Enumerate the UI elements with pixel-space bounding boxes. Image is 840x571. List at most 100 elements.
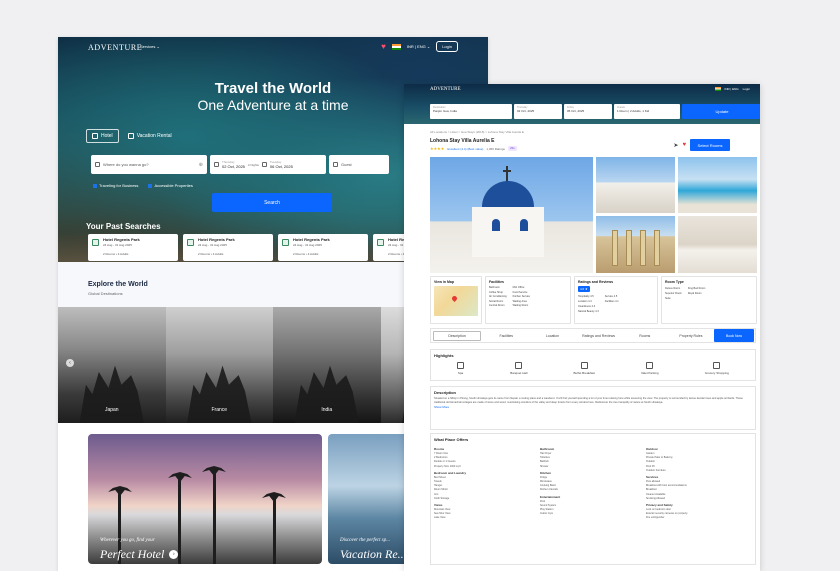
- tab-property-rules[interactable]: Property Rules: [668, 334, 714, 338]
- search-button[interactable]: Search: [212, 193, 332, 212]
- amenity-item: Property Size 1000 sq ft: [434, 464, 461, 468]
- destination-label: France: [211, 407, 228, 413]
- destination-field[interactable]: Destination Panjim Goa, India: [430, 104, 512, 119]
- amenity-group-title: Kitchen: [540, 470, 552, 475]
- search-icon: [95, 162, 100, 167]
- hotel-icon: [92, 239, 99, 246]
- share-icon[interactable]: ➤: [673, 142, 678, 149]
- gallery-photo[interactable]: [678, 216, 757, 273]
- vacation-rental-icon: [127, 133, 134, 139]
- room-type-item[interactable]: Royal Room: [688, 291, 706, 296]
- accessible-properties-label: Accessible Properties: [154, 183, 193, 188]
- guests-selector[interactable]: Guest: [329, 155, 389, 174]
- guests-field[interactable]: Guests 1 Room | 2 Adults, 1 Kid: [614, 104, 680, 119]
- tab-ratings-reviews[interactable]: Ratings and Reviews: [576, 334, 622, 338]
- map-card-title: View in Map: [434, 280, 454, 284]
- column-image: [640, 230, 646, 266]
- tab-hotel-label: Hotel: [101, 133, 113, 139]
- wishlist-heart-icon[interactable]: ♥: [381, 42, 386, 51]
- grocery-icon: [713, 362, 721, 369]
- search-form: Where do you wanna go? ⊕ Thursday 02 Oct,…: [91, 155, 389, 174]
- currency-language-selector[interactable]: INR | ENG: [725, 87, 739, 91]
- currency-language-selector[interactable]: INR | ENG ⌄: [407, 44, 430, 49]
- gallery-photo[interactable]: [596, 157, 675, 213]
- map-card[interactable]: View in Map: [430, 276, 482, 324]
- destination-label: India: [321, 407, 333, 413]
- calendar-icon: [261, 162, 267, 167]
- facilities-column: Bathroom Coffee Shop Air Conditioning So…: [489, 286, 507, 309]
- tab-hotel[interactable]: Hotel: [86, 129, 119, 143]
- booking-type-tabs: Hotel Vacation Rental: [86, 129, 177, 143]
- parking-icon: [646, 362, 654, 369]
- checkout-value: 06 Oct, 2025: [269, 164, 293, 169]
- highlight-label: Grocery Shopping: [704, 371, 729, 375]
- brand-logo[interactable]: ADVENTURE: [430, 87, 461, 92]
- room-type-item[interactable]: Suite: [665, 296, 682, 301]
- breakfast-icon: [580, 362, 588, 369]
- amenity-item: Smoking Allowed: [646, 496, 666, 500]
- login-button[interactable]: Login: [743, 87, 750, 91]
- gallery-photo[interactable]: [596, 216, 675, 273]
- destination-card-france[interactable]: France: [165, 307, 273, 423]
- star-rating-icon: ★★★★: [430, 146, 445, 151]
- accessible-properties-checkbox[interactable]: Accessible Properties: [148, 183, 193, 188]
- services-menu[interactable]: Services ⌄: [140, 44, 160, 49]
- amenity-item: Shower: [540, 464, 549, 468]
- highlights-section: Highlights Spa Banquet Hall Buffet Break…: [430, 349, 756, 381]
- location-target-icon[interactable]: ⊕: [199, 162, 203, 168]
- facilities-card: Facilities Bathroom Coffee Shop Air Cond…: [485, 276, 571, 324]
- destination-card-india[interactable]: India: [273, 307, 381, 423]
- checkin-value: 02 Oct, 2025: [222, 164, 245, 169]
- detail-tabs: Description Facilities Location Ratings …: [430, 328, 756, 343]
- tab-location[interactable]: Location: [529, 334, 575, 338]
- ratings-card-title: Ratings and Reviews: [578, 280, 614, 284]
- facilities-column: Mini Office Food Service Kitchen Service…: [513, 286, 530, 309]
- hotel-name: Lohona Stay Villa Aurelia E: [430, 138, 495, 144]
- highlight-item: Grocery Shopping: [705, 362, 729, 375]
- past-search-card[interactable]: Hotel Regents Park 24 Aug - 31 Aug 2025 …: [88, 234, 178, 261]
- palm-leaves-image: [202, 466, 226, 476]
- amenity-group-title: Entertainment: [540, 494, 561, 499]
- church-window-image: [520, 219, 528, 231]
- description-section: Description Situated on a hilltop in Pir…: [430, 386, 756, 430]
- checkin-field[interactable]: Thursday 02 Oct, 2025: [514, 104, 562, 119]
- past-search-card[interactable]: Hotel Regents Park 24 Aug - 31 Aug 2025 …: [278, 234, 368, 261]
- date-range-picker[interactable]: Thursday 02 Oct, 2025 4 Nights Tuesday 06 …: [210, 155, 326, 174]
- wishlist-heart-icon[interactable]: ♥: [682, 142, 686, 148]
- promo-card-perfect-hotel[interactable]: Wherever you go, find your Perfect Hotel…: [88, 434, 322, 564]
- tab-vacation-rental[interactable]: Vacation Rental: [123, 129, 177, 143]
- checkin-date[interactable]: Thursday 02 Oct, 2025: [222, 160, 245, 169]
- tab-facilities[interactable]: Facilities: [483, 334, 529, 338]
- business-travel-checkbox[interactable]: Traveling for Business: [93, 183, 138, 188]
- checkout-date[interactable]: Tuesday 06 Oct, 2025: [270, 160, 293, 169]
- promo-tagline: Discover the perfect sp...: [340, 538, 390, 543]
- description-title: Description: [434, 390, 457, 395]
- arrow-right-icon[interactable]: ›: [169, 550, 179, 559]
- tab-rooms[interactable]: Rooms: [622, 334, 668, 338]
- past-search-card[interactable]: Hotel Regents Park 24 Aug - 31 Aug 2025 …: [183, 234, 273, 261]
- login-button[interactable]: Login: [436, 41, 458, 52]
- breadcrumb[interactable]: All Locations > Hotel > Goa Stays (2018)…: [430, 130, 524, 134]
- amenity-item: Fire extinguisher: [646, 516, 665, 520]
- destination-input[interactable]: Where do you wanna go? ⊕: [91, 155, 207, 174]
- amenity-group-title: Privacy and Safety: [646, 503, 673, 508]
- checkin-field-value: 02 Oct, 2025: [517, 109, 535, 113]
- map-thumbnail[interactable]: [434, 286, 478, 316]
- brand-logo[interactable]: ADVENTURE: [88, 43, 142, 52]
- gallery-photo[interactable]: [678, 157, 757, 213]
- rating-text[interactable]: Excellent (4.4) (Best value): [447, 147, 483, 151]
- past-search-title: Hotel Regents Park: [293, 237, 330, 242]
- tab-description[interactable]: Description: [433, 330, 482, 341]
- destination-card-japan[interactable]: Japan: [58, 307, 166, 423]
- update-search-button[interactable]: Update: [682, 104, 760, 119]
- past-search-rooms: 2 Rooms • 4 Adults: [293, 252, 319, 256]
- book-now-button[interactable]: Book Now: [714, 329, 755, 342]
- show-more-link[interactable]: Show More: [434, 405, 752, 409]
- gallery-main-photo[interactable]: [430, 157, 593, 273]
- hotel-icon: [187, 239, 194, 246]
- checkbox-checked-icon: [148, 183, 153, 188]
- carousel-prev-icon[interactable]: ‹: [66, 359, 74, 367]
- select-rooms-button[interactable]: Select Rooms: [690, 139, 730, 151]
- past-search-rooms: 2 Rooms • 4 Adults: [103, 252, 129, 256]
- checkout-field[interactable]: Friday 05 Oct, 2025: [564, 104, 612, 119]
